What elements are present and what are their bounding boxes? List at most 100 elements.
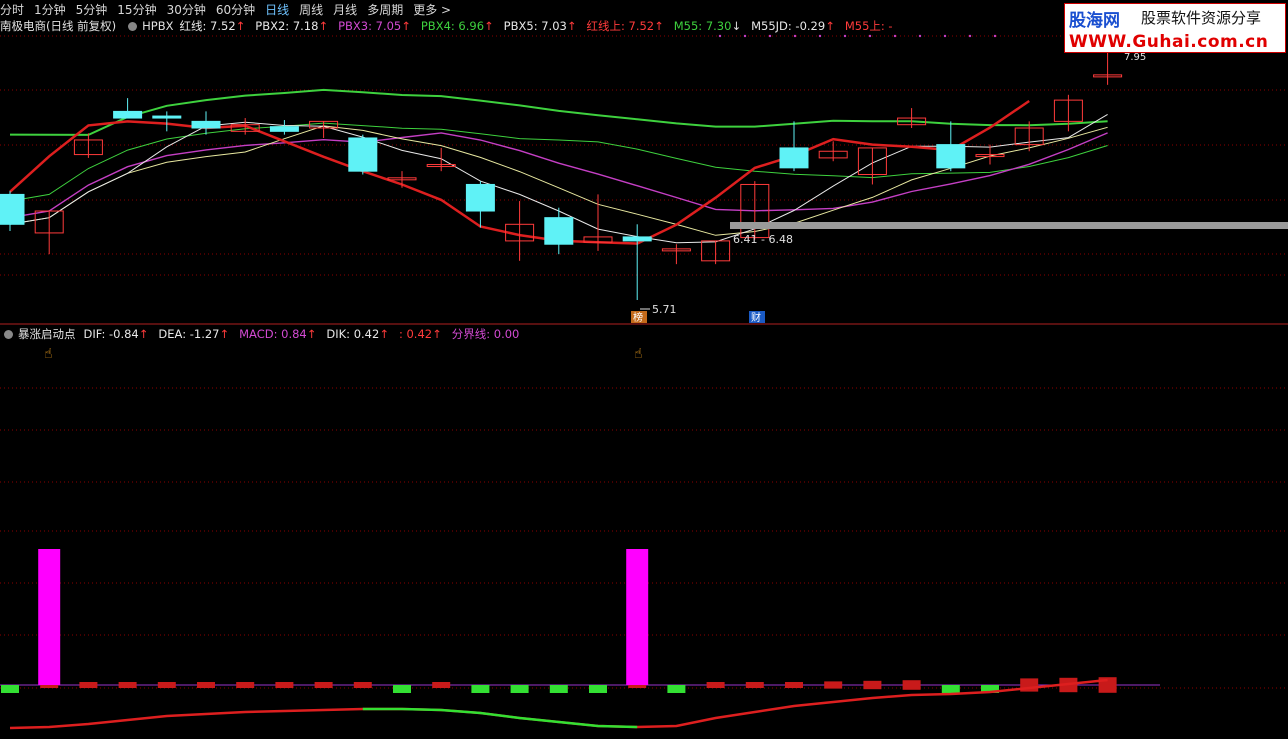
candle-body [230,124,260,132]
signal-dot [718,34,722,38]
period-tab-2[interactable]: 5分钟 [76,1,108,18]
period-tab-7[interactable]: 周线 [299,1,323,18]
macd-bar [471,685,490,693]
candle-body [0,193,25,225]
main-item-label: PBX3: 7.05 [338,19,402,33]
arrow-up-icon: ↑ [401,19,411,33]
macd-bar [432,682,451,688]
main-legend: 南极电商(日线 前复权) HPBX 红线: 7.52↑ PBX2: 7.18↑ PB… [0,18,903,34]
main-item-label: 红线上: 7.52 [586,19,655,33]
candle-body [740,183,770,239]
macd-bar [863,680,882,690]
sub-item-label: DIK: 0.42 [326,327,380,341]
main-legend-items: 红线: 7.52↑ PBX2: 7.18↑ PBX3: 7.05↑ PBX4: 6.9… [180,18,903,34]
candle-body [897,117,927,126]
pbx4-line [9,122,1108,202]
sub-item-label: 分界线: 0.00 [451,327,520,341]
candle-body [34,210,64,234]
candle-body [1093,74,1123,78]
arrow-up-icon: ↑ [566,19,577,33]
sub-item-3: DIK: 0.42↑ [326,327,389,341]
watermark-logo: 股海网 股票软件资源分享 WWW.Guhai.com.cn [1064,3,1286,53]
macd-bar [981,685,999,693]
macd-bar [353,682,372,688]
sub-item-1: DEA: -1.27↑ [158,327,229,341]
candle-body [387,177,417,181]
period-tab-3[interactable]: 15分钟 [117,1,156,18]
range-label: 6.41 - 6.48 [733,233,793,246]
ma55-line [9,88,1108,136]
gear-icon[interactable] [4,329,13,339]
support-band [730,222,1288,229]
candle-body [465,183,495,212]
tag-label: 榜 [633,311,643,324]
period-tab-8[interactable]: 月线 [333,1,357,18]
macd-bar [549,685,568,693]
arrow-down-icon: ↓ [731,19,742,33]
period-tab-10[interactable]: 更多 > [413,1,451,18]
signal-spike [626,549,649,685]
high-price-label: 7.95 [1124,52,1146,63]
main-item-label: M55: 7.30 [673,19,732,33]
candle-body [779,147,809,169]
macd-bar [79,682,98,688]
candle-body [661,248,691,252]
main-item-4: PBX5: 7.03↑ [504,19,577,33]
signal-dot [918,34,922,38]
arrow-up-icon: ↑ [484,19,494,33]
gear-icon[interactable] [128,21,138,31]
main-item-label: PBX4: 6.96 [420,19,485,33]
macd-bar [745,682,764,688]
signal-dot [993,34,997,38]
main-item-8: M55上: - [845,19,893,33]
arrow-up-icon: ↑ [138,327,149,341]
main-item-label: M55上: - [844,19,893,33]
sub-title[interactable]: 暴涨启动点 [18,326,76,342]
macd-bar [667,685,686,693]
candle-body [269,126,299,132]
period-tab-6[interactable]: 日线 [265,1,289,18]
candle-body [426,164,456,168]
macd-bar [1,685,19,693]
period-tab-1[interactable]: 1分钟 [34,1,66,18]
main-item-1: PBX2: 7.18↑ [255,19,328,33]
logo-url: WWW.Guhai.com.cn [1069,32,1269,52]
macd-bar [1098,677,1117,693]
price-chart[interactable]: 6.41 - 6.48 5.71 7.95 榜 财 [0,0,1288,739]
sub-item-2: MACD: 0.84↑ [239,327,316,341]
pbx2-line [9,125,1108,236]
period-tab-4[interactable]: 30分钟 [167,1,206,18]
main-item-label: PBX5: 7.03 [503,19,567,33]
sub-legend-items: DIF: -0.84↑ DEA: -1.27↑ MACD: 0.84↑ DIK: 0.… [84,326,530,342]
main-item-label: PBX2: 7.18 [255,19,319,33]
candle-body [348,137,378,172]
candle-body [1014,127,1044,146]
indicator-name[interactable]: HPBX [142,19,173,33]
sub-item-5: 分界线: 0.00 [452,327,520,341]
macd-bar [785,682,803,688]
candle-body [622,236,652,242]
signal-dot [818,34,822,38]
arrow-up-icon: ↑ [379,327,389,341]
main-title: 南极电商(日线 前复权) [0,19,117,33]
period-tab-9[interactable]: 多周期 [367,1,403,18]
macd-bar [824,681,843,689]
logo-text-1: 股海网 [1069,11,1120,31]
candle-body [505,223,535,242]
tag-badge [749,311,765,323]
period-tab-5[interactable]: 60分钟 [216,1,255,18]
hand-pointer-icon: ☝ [634,346,643,362]
signal-dot [743,34,747,38]
tag-label: 财 [751,311,761,324]
candle-body [936,144,966,169]
dif-line-green [362,707,638,729]
arrow-up-icon: ↑ [825,19,835,33]
signal-dot [893,34,897,38]
low-price-label: 5.71 [652,303,677,316]
period-tab-0[interactable]: 分时 [0,1,24,18]
macd-bar [902,680,921,690]
hand-pointer-icon: ☝ [44,346,53,362]
macd-bar [275,682,294,688]
candle-body [152,115,182,119]
sub-legend: 暴涨启动点 DIF: -0.84↑ DEA: -1.27↑ MACD: 0.84↑ D… [0,326,529,342]
